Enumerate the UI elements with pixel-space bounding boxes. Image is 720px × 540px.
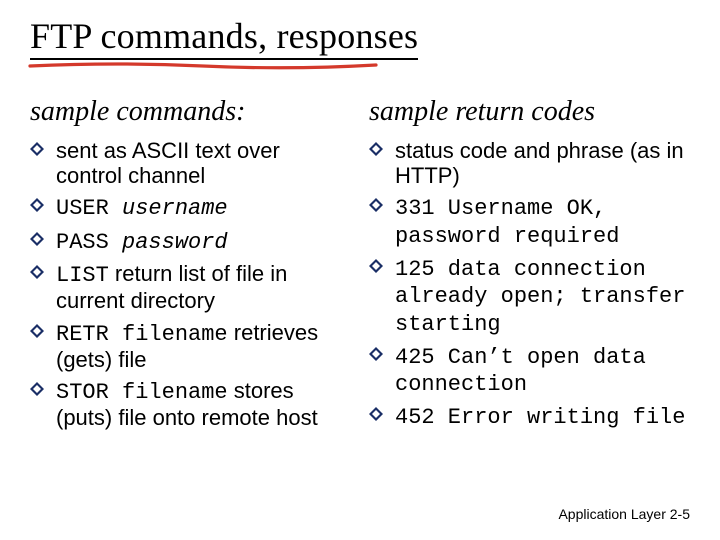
- diamond-bullet-icon: [369, 259, 383, 273]
- right-heading: sample return codes: [369, 96, 690, 128]
- item-code: PASS: [56, 230, 109, 255]
- list-item: 452 Error writing file: [369, 403, 690, 430]
- footer-page: 2-5: [670, 506, 690, 522]
- list-item: 331 Username OK, password required: [369, 194, 690, 249]
- list-item: 425 Can’t open data connection: [369, 343, 690, 398]
- footer: Application Layer 2-5: [558, 506, 690, 522]
- list-item: 125 data connection already open; transf…: [369, 255, 690, 337]
- item-code: 125 data connection already open; transf…: [395, 257, 685, 337]
- diamond-bullet-icon: [30, 265, 44, 279]
- page-title: FTP commands, responses: [30, 18, 418, 60]
- slide: FTP commands, responses sample commands:…: [0, 0, 720, 540]
- diamond-bullet-icon: [369, 142, 383, 156]
- diamond-bullet-icon: [369, 407, 383, 421]
- item-code: 331 Username OK, password required: [395, 196, 619, 248]
- right-list: status code and phrase (as in HTTP) 331 …: [369, 138, 690, 431]
- diamond-bullet-icon: [30, 198, 44, 212]
- left-heading: sample commands:: [30, 96, 351, 128]
- left-list: sent as ASCII text over control channel …: [30, 138, 351, 431]
- diamond-bullet-icon: [369, 347, 383, 361]
- underline-accent: [28, 62, 378, 68]
- list-item: STOR filename stores (puts) file onto re…: [30, 378, 351, 431]
- item-code: 452 Error writing file: [395, 405, 685, 430]
- item-code: STOR filename: [56, 380, 228, 405]
- right-column: sample return codes status code and phra…: [369, 96, 690, 437]
- list-item: RETR filename retrieves (gets) file: [30, 320, 351, 373]
- list-item: USER username: [30, 194, 351, 221]
- item-text: status code and phrase (as in HTTP): [395, 138, 684, 188]
- left-column: sample commands: sent as ASCII text over…: [30, 96, 351, 437]
- item-text: sent as ASCII text over control channel: [56, 138, 280, 188]
- columns: sample commands: sent as ASCII text over…: [30, 96, 690, 437]
- item-arg: password: [109, 230, 228, 255]
- item-code: LIST: [56, 263, 109, 288]
- list-item: sent as ASCII text over control channel: [30, 138, 351, 189]
- item-code: USER: [56, 196, 109, 221]
- item-arg: username: [109, 196, 228, 221]
- list-item: LIST return list of file in current dire…: [30, 261, 351, 314]
- diamond-bullet-icon: [369, 198, 383, 212]
- diamond-bullet-icon: [30, 142, 44, 156]
- diamond-bullet-icon: [30, 382, 44, 396]
- footer-label: Application Layer: [558, 506, 665, 522]
- diamond-bullet-icon: [30, 324, 44, 338]
- list-item: status code and phrase (as in HTTP): [369, 138, 690, 189]
- item-code: RETR filename: [56, 322, 228, 347]
- diamond-bullet-icon: [30, 232, 44, 246]
- item-code: 425 Can’t open data connection: [395, 345, 646, 397]
- list-item: PASS password: [30, 228, 351, 255]
